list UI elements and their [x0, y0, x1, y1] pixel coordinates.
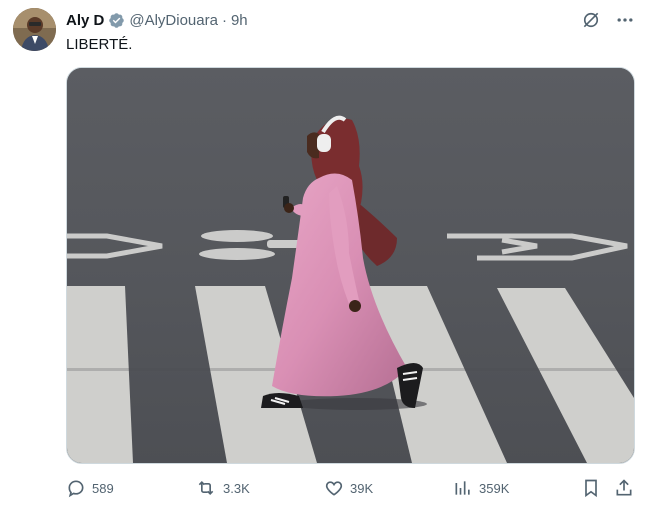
tweet-actions: 589 3.3K 39K 359K	[62, 478, 638, 502]
views-button[interactable]: 359K	[453, 478, 509, 498]
like-count: 39K	[350, 480, 374, 496]
retweet-count: 3.3K	[223, 480, 250, 496]
share-button[interactable]	[614, 478, 634, 498]
author-handle[interactable]: @AlyDiouara	[129, 12, 218, 29]
avatar-image	[13, 8, 56, 51]
tweet-text: LIBERTÉ.	[66, 36, 133, 53]
tweet-header: Aly D @AlyDiouara · 9h	[66, 9, 636, 31]
separator-dot: ·	[221, 11, 227, 29]
grok-icon[interactable]	[580, 9, 602, 31]
reply-icon	[68, 480, 84, 498]
like-button[interactable]: 39K	[324, 478, 373, 498]
bookmark-icon	[585, 479, 597, 498]
avatar[interactable]	[13, 8, 56, 51]
reply-count: 589	[92, 480, 114, 496]
retweet-icon	[198, 480, 214, 496]
reply-button[interactable]: 589	[66, 478, 114, 498]
views-count: 359K	[479, 480, 510, 496]
bookmark-button[interactable]	[581, 478, 601, 498]
header-actions	[580, 9, 636, 31]
views-icon	[455, 481, 470, 495]
timestamp[interactable]: 9h	[231, 12, 248, 29]
tweet-photo[interactable]	[66, 67, 635, 464]
like-icon	[325, 481, 343, 496]
author-name[interactable]: Aly D	[66, 12, 104, 29]
share-icon	[616, 479, 632, 496]
retweet-button[interactable]: 3.3K	[195, 478, 250, 498]
verified-badge-icon	[108, 12, 125, 29]
photo-woman-crossing-street	[67, 68, 634, 463]
more-options-icon[interactable]	[614, 9, 636, 31]
